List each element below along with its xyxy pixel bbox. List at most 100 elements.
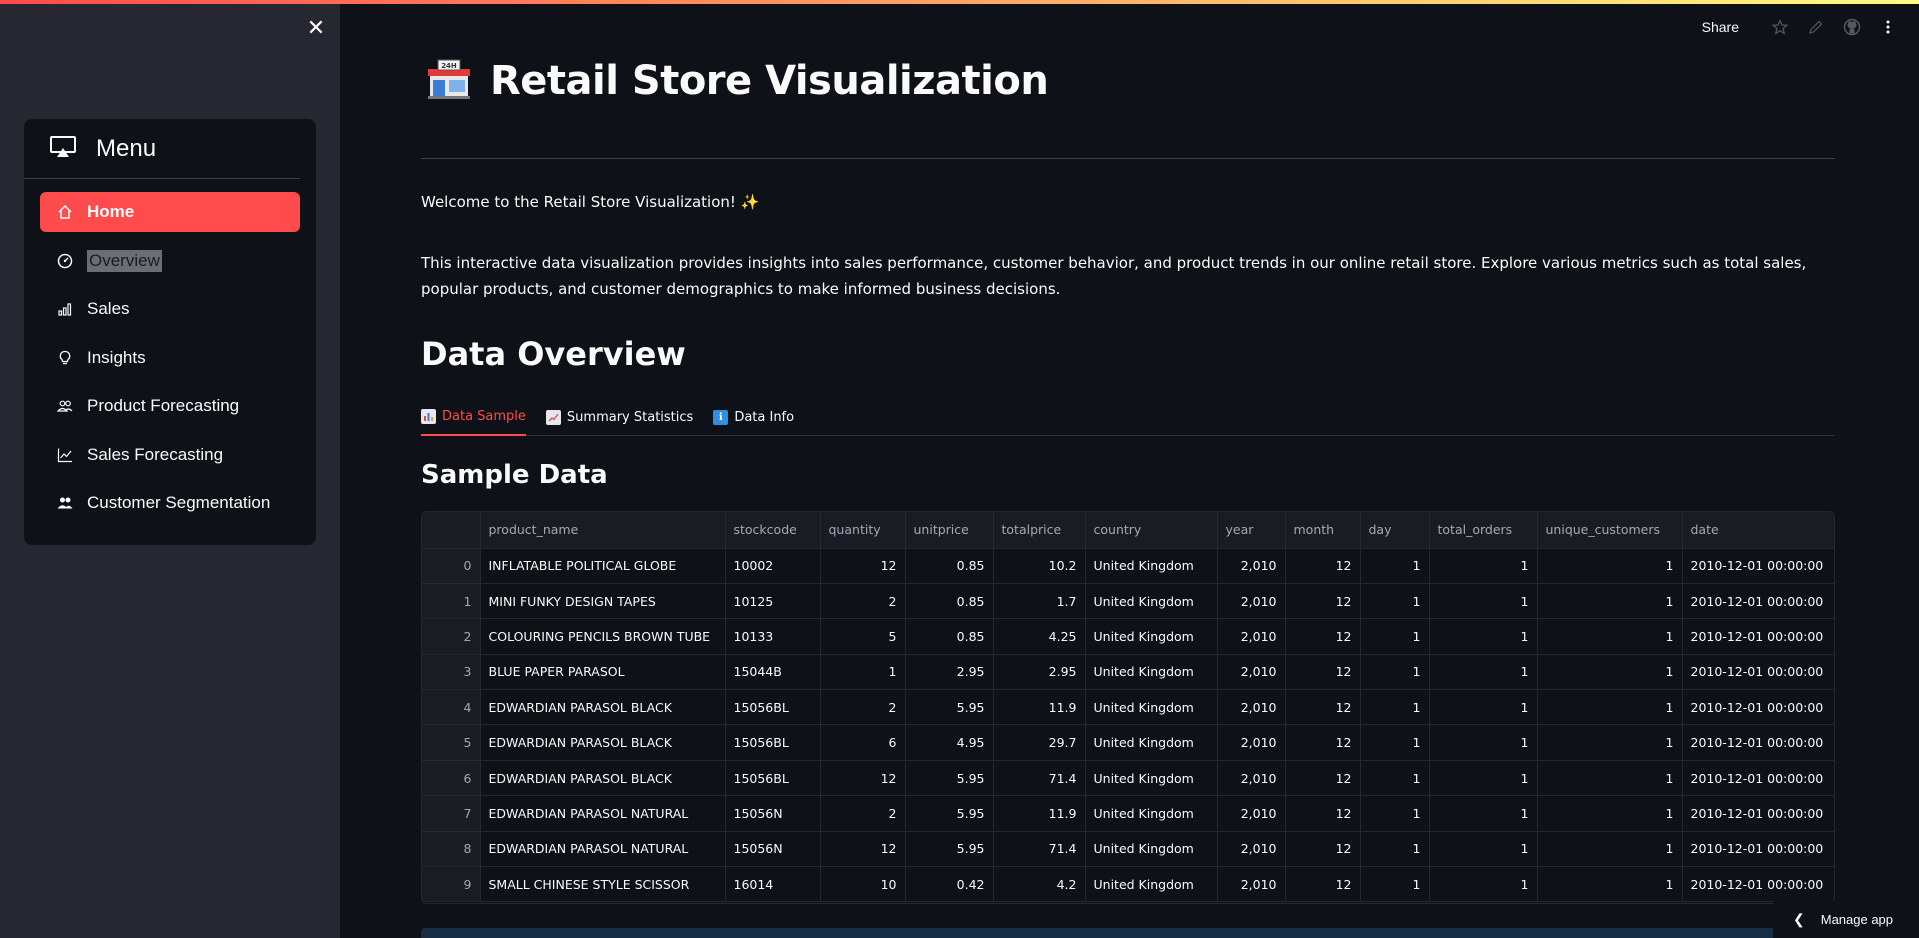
table-cell[interactable]: 10 [820,866,906,903]
table-cell[interactable]: 2010-12-01 00:00:00 [1682,654,1834,691]
table-cell[interactable]: United Kingdom [1085,689,1218,726]
table-cell[interactable]: 5.95 [905,760,994,797]
table-cell[interactable]: 12 [820,760,906,797]
table-cell[interactable]: 2010-12-01 00:00:00 [1682,724,1834,761]
table-cell[interactable]: 15056N [725,795,821,832]
table-cell[interactable]: 2 [820,583,906,620]
table-cell[interactable]: 4.25 [993,618,1086,655]
table-cell[interactable]: EDWARDIAN PARASOL NATURAL [480,795,726,832]
table-cell[interactable]: 1 [1429,831,1538,868]
table-cell[interactable]: 12 [1285,618,1361,655]
table-cell[interactable]: 12 [1285,654,1361,691]
table-cell[interactable]: United Kingdom [1085,654,1218,691]
table-cell[interactable]: 5.95 [905,831,994,868]
table-cell[interactable]: 1 [1360,831,1430,868]
table-cell[interactable]: 1 [1360,866,1430,903]
table-cell[interactable]: 2010-12-01 00:00:00 [1682,866,1834,903]
table-cell[interactable]: 6 [820,724,906,761]
table-cell[interactable]: EDWARDIAN PARASOL BLACK [480,724,726,761]
table-cell[interactable]: 12 [1285,866,1361,903]
table-cell[interactable]: 12 [1285,583,1361,620]
table-cell[interactable]: 1 [1429,866,1538,903]
table-cell[interactable]: 1 [1429,618,1538,655]
sidebar-item-sales[interactable]: Sales [40,289,300,329]
column-header-quantity[interactable]: quantity [820,512,906,549]
manage-app-button[interactable]: ❮ Manage app [1773,901,1919,938]
sidebar-item-overview[interactable]: Overview [40,241,300,281]
table-cell[interactable]: 1 [1360,548,1430,584]
table-cell[interactable]: 1.7 [993,583,1086,620]
column-header-totalprice[interactable]: totalprice [993,512,1086,549]
table-cell[interactable]: EDWARDIAN PARASOL BLACK [480,760,726,797]
table-cell[interactable]: 16014 [725,866,821,903]
table-cell[interactable]: 71.4 [993,760,1086,797]
table-cell[interactable]: 4.2 [993,866,1086,903]
tab-data-sample[interactable]: Data Sample [421,398,526,436]
table-cell[interactable]: 1 [1360,795,1430,832]
column-header-year[interactable]: year [1217,512,1286,549]
table-cell[interactable]: 29.7 [993,724,1086,761]
column-header-total-orders[interactable]: total_orders [1429,512,1538,549]
table-cell[interactable]: United Kingdom [1085,724,1218,761]
table-cell[interactable]: 10133 [725,618,821,655]
table-cell[interactable]: 12 [1285,795,1361,832]
sidebar-item-insights[interactable]: Insights [40,338,300,378]
table-cell[interactable]: 12 [1285,724,1361,761]
table-cell[interactable]: BLUE PAPER PARASOL [480,654,726,691]
table-cell[interactable]: United Kingdom [1085,831,1218,868]
close-sidebar-button[interactable]: ✕ [304,17,328,41]
tab-summary-statistics[interactable]: Summary Statistics [545,398,693,436]
tab-data-info[interactable]: ℹ Data Info [713,398,794,436]
table-cell[interactable]: 0.85 [905,548,994,584]
table-cell[interactable]: 71.4 [993,831,1086,868]
table-cell[interactable]: 2,010 [1217,548,1286,584]
table-cell[interactable]: INFLATABLE POLITICAL GLOBE [480,548,726,584]
table-cell[interactable]: 1 [1429,795,1538,832]
table-cell[interactable]: 2010-12-01 00:00:00 [1682,689,1834,726]
table-cell[interactable]: 2010-12-01 00:00:00 [1682,583,1834,620]
table-cell[interactable]: COLOURING PENCILS BROWN TUBE [480,618,726,655]
data-table[interactable]: product_name stockcode quantity unitprice to… [421,511,1835,904]
table-cell[interactable]: 2,010 [1217,654,1286,691]
column-header-unique-customers[interactable]: unique_customers [1537,512,1683,549]
table-cell[interactable]: 15056N [725,831,821,868]
table-cell[interactable]: 12 [1285,548,1361,584]
table-cell[interactable]: United Kingdom [1085,795,1218,832]
sidebar-item-customer-segmentation[interactable]: Customer Segmentation [40,483,300,523]
table-cell[interactable]: United Kingdom [1085,866,1218,903]
column-header-product-name[interactable]: product_name [480,512,726,549]
table-cell[interactable]: 15056BL [725,724,821,761]
index-header[interactable] [422,512,481,549]
table-cell[interactable]: 2,010 [1217,795,1286,832]
table-cell[interactable]: 15056BL [725,760,821,797]
table-cell[interactable]: 2010-12-01 00:00:00 [1682,795,1834,832]
more-options-icon[interactable] [1877,16,1899,38]
table-cell[interactable]: United Kingdom [1085,760,1218,797]
table-cell[interactable]: 2010-12-01 00:00:00 [1682,831,1834,868]
table-cell[interactable]: 10.2 [993,548,1086,584]
table-cell[interactable]: 12 [1285,760,1361,797]
table-cell[interactable]: 1 [1537,724,1683,761]
table-cell[interactable]: EDWARDIAN PARASOL BLACK [480,689,726,726]
github-icon[interactable] [1841,16,1863,38]
table-cell[interactable]: 1 [1537,618,1683,655]
table-cell[interactable]: 2,010 [1217,831,1286,868]
table-cell[interactable]: 5.95 [905,689,994,726]
table-cell[interactable]: 11.9 [993,689,1086,726]
table-cell[interactable]: 2,010 [1217,689,1286,726]
table-cell[interactable]: 2 [820,795,906,832]
table-cell[interactable]: 1 [1429,724,1538,761]
table-cell[interactable]: 4.95 [905,724,994,761]
table-cell[interactable]: 2,010 [1217,724,1286,761]
table-cell[interactable]: 12 [820,831,906,868]
table-cell[interactable]: United Kingdom [1085,548,1218,584]
table-cell[interactable]: 1 [1429,689,1538,726]
table-cell[interactable]: 1 [1429,583,1538,620]
table-cell[interactable]: 10002 [725,548,821,584]
table-cell[interactable]: 1 [820,654,906,691]
column-header-month[interactable]: month [1285,512,1361,549]
table-cell[interactable]: 5 [820,618,906,655]
table-cell[interactable]: 5.95 [905,795,994,832]
table-cell[interactable]: 1 [1360,724,1430,761]
table-cell[interactable]: 1 [1360,618,1430,655]
